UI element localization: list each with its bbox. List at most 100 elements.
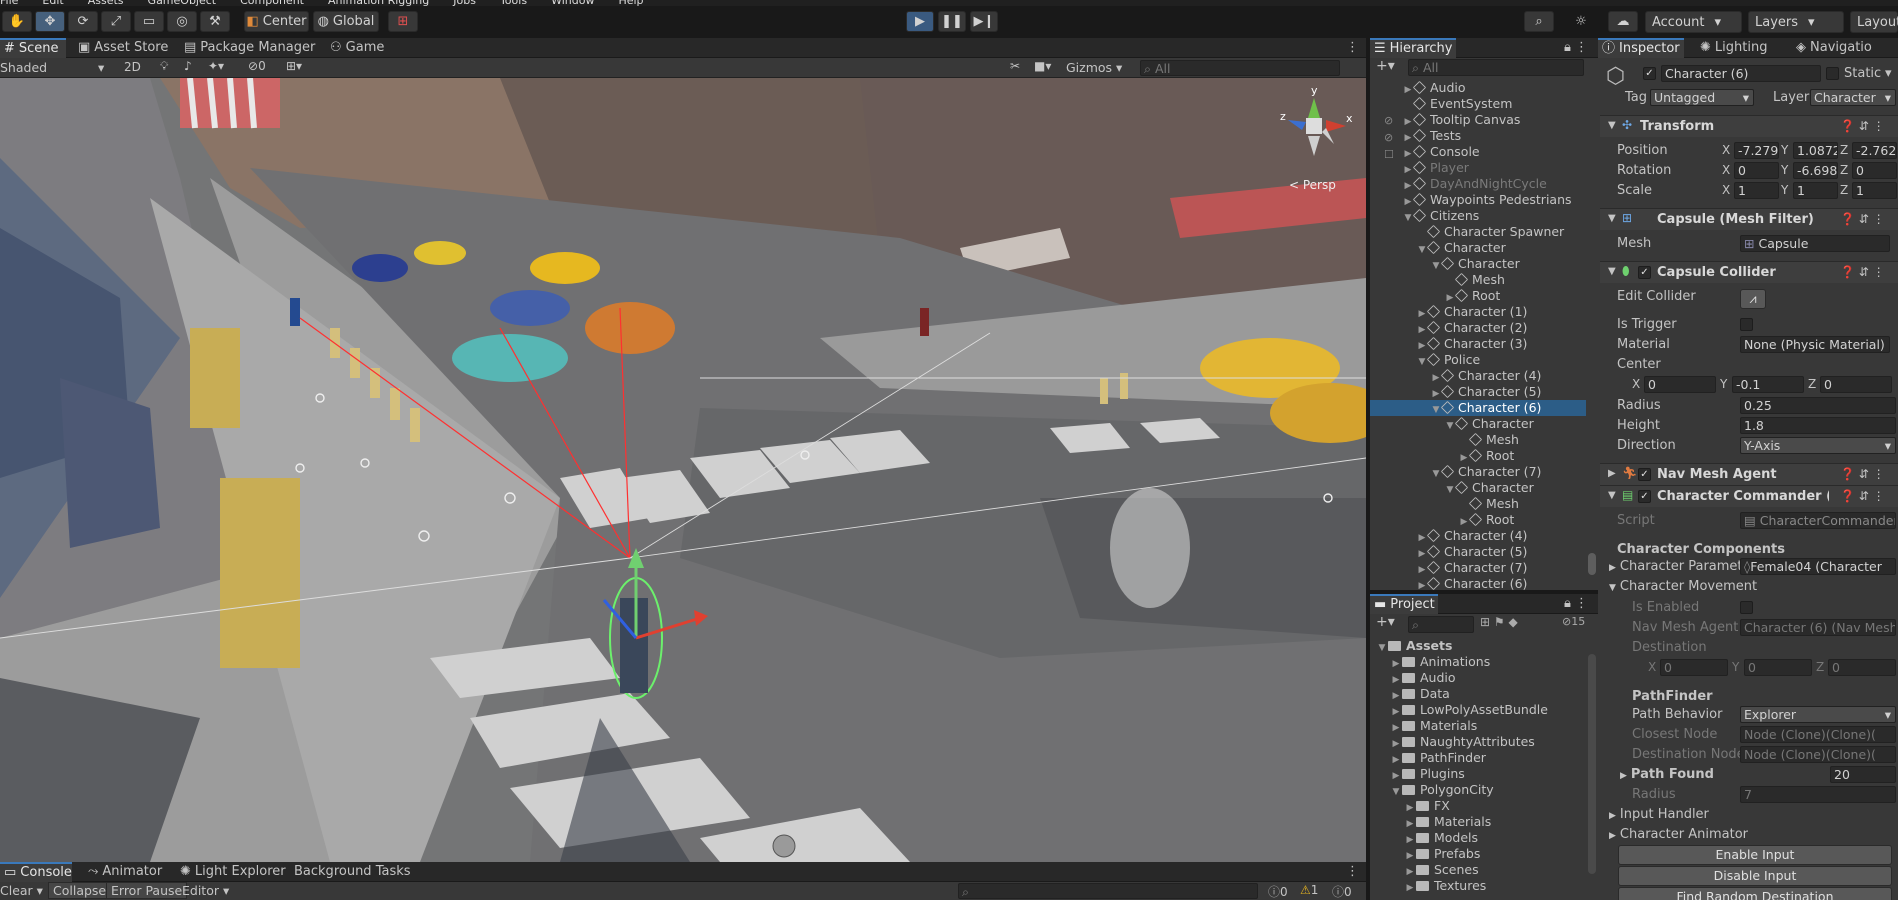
hierarchy-item[interactable]: ▼ Citizens [1370,208,1586,224]
project-folder-item[interactable]: ▶ FX [1370,798,1586,814]
hierarchy-item[interactable]: ▶ Character (4) [1370,528,1586,544]
hierarchy-item[interactable]: ▶ Waypoints Pedestrians [1370,192,1586,208]
transform-header[interactable]: ▼ ✣ Transform ❓ ⇵ ⋮ [1600,115,1898,137]
project-folder-item[interactable]: ▶ Scenes [1370,862,1586,878]
vector-field-x[interactable]: -7.279 [1734,142,1779,159]
axis-label-x[interactable]: X [1632,377,1640,391]
vector-field-x[interactable]: 0 [1734,162,1779,179]
axis-label-y[interactable]: Y [1720,377,1727,391]
component-menu-icons[interactable]: ❓ ⇵ ⋮ [1840,489,1885,503]
hierarchy-item[interactable]: Mesh [1370,272,1586,288]
layer-dropdown[interactable]: Character ▾ [1810,89,1896,106]
hierarchy-item[interactable]: ▼ Police [1370,352,1586,368]
vector-field-y[interactable]: -0.1 [1732,376,1804,393]
tab-game[interactable]: ⚇ Game [326,38,390,58]
hierarchy-item[interactable]: ▼ Character (6) [1370,400,1586,416]
character-movement-foldout[interactable]: ▼ Character Movement [1609,579,1757,594]
pivot-center-button[interactable]: ◧ Center [244,11,309,32]
vector-field-y[interactable]: 1.0872 [1793,142,1838,159]
camera-icon[interactable]: ■▾ [1034,59,1051,73]
capsule-collider-header[interactable]: ▼ ⬮ ✓ Capsule Collider ❓ ⇵ ⋮ [1600,261,1898,283]
project-folder-item[interactable]: ▶ Animations [1370,654,1586,670]
kebab-menu-icon[interactable]: ⋮ [1342,862,1365,882]
error-count-toggle[interactable]: ⓘ0 [1332,883,1352,900]
project-scrollbar[interactable] [1588,654,1596,874]
warning-count-toggle[interactable]: ⚠1 [1300,883,1318,897]
axis-label-x[interactable]: X [1722,163,1730,177]
lock-icon[interactable]: 🔒︎ ⋮ [1560,38,1594,58]
character-commander-header[interactable]: ▼ ▤ ✓ Character Commander (Script) ❓ ⇵ ⋮ [1600,485,1898,507]
project-folder-item[interactable]: ▶ Materials [1370,718,1586,734]
orientation-gizmo[interactable]: y x z < Persp [1278,84,1358,192]
tab-hierarchy[interactable]: ☰ Hierarchy [1370,38,1456,58]
project-folder-item[interactable]: ▶ PathFinder [1370,750,1586,766]
project-folder-item[interactable]: ▶ Prefabs [1370,846,1586,862]
path-found-foldout[interactable]: ▶ Path Found [1620,767,1714,782]
mesh-field[interactable]: ⊞ Capsule [1740,235,1890,252]
hierarchy-item[interactable]: ▶ Audio [1370,80,1586,96]
character-parameters-field[interactable]: ◊Female04 (Character [1740,558,1896,575]
editor-dropdown[interactable]: Editor ▾ [182,883,229,898]
axis-label-z[interactable]: Z [1840,143,1848,157]
vector-field-z[interactable]: 1 [1852,182,1897,199]
hierarchy-item[interactable]: Mesh [1370,496,1586,512]
hidden-packages-icon[interactable]: ⊘15 [1562,615,1585,628]
hierarchy-item[interactable]: ▼ Character [1370,240,1586,256]
hierarchy-item[interactable]: ▶ Player [1370,160,1586,176]
2d-toggle[interactable]: 2D [124,60,141,74]
hierarchy-item[interactable]: ▼ Character [1370,416,1586,432]
hierarchy-item[interactable]: ▶ Root [1370,448,1586,464]
enable-input-button[interactable]: Enable Input [1618,845,1892,865]
project-folder-item[interactable]: ▶ Plugins [1370,766,1586,782]
commander-enabled-checkbox[interactable]: ✓ [1638,490,1651,503]
direction-dropdown[interactable]: Y-Axis ▾ [1740,437,1896,454]
axis-label-y[interactable]: Y [1781,163,1788,177]
project-folder-item[interactable]: ▶ Models [1370,830,1586,846]
vector-field-y[interactable]: 1 [1793,182,1838,199]
vector-field-x[interactable]: 0 [1644,376,1716,393]
axis-label-z[interactable]: Z [1808,377,1816,391]
axis-label-y[interactable]: Y [1781,183,1788,197]
hierarchy-item[interactable]: ▶ DayAndNightCycle [1370,176,1586,192]
hierarchy-item[interactable]: Character Spawner [1370,224,1586,240]
tab-lighting[interactable]: ✺ Lighting [1696,38,1773,58]
transform-tool-icon[interactable]: ◎ [167,11,197,32]
project-filter-icons[interactable]: ⊞ ⚑ ◆ [1480,615,1518,629]
axis-label-z[interactable]: Z [1840,183,1848,197]
static-checkbox[interactable] [1826,67,1839,80]
vector-field-x[interactable]: 1 [1734,182,1779,199]
tab-asset-store[interactable]: ▣ Asset Store [74,38,174,58]
tab-scene[interactable]: # Scene [0,38,66,58]
scale-tool-icon[interactable]: ⤢ [101,11,131,32]
grid-toggle-icon[interactable]: ⊞▾ [286,59,302,73]
hierarchy-item[interactable]: ▶ Character (5) [1370,384,1586,400]
project-folder-item[interactable]: ▼ PolygonCity [1370,782,1586,798]
tab-inspector[interactable]: ⓘ Inspector [1598,38,1684,58]
search-icon[interactable]: ⌕ [1524,11,1554,32]
project-search-input[interactable]: ⌕ [1408,616,1474,633]
disable-input-button[interactable]: Disable Input [1618,866,1892,886]
path-behavior-dropdown[interactable]: Explorer ▾ [1740,706,1896,723]
axis-label-x[interactable]: X [1648,660,1656,674]
project-folder-item[interactable]: ▶ Materials [1370,814,1586,830]
account-dropdown[interactable]: Account ▾ [1645,11,1742,33]
active-checkbox[interactable]: ✓ [1643,67,1656,80]
tab-background-tasks[interactable]: Background Tasks [290,862,417,882]
tab-package-manager[interactable]: ▤ Package Manager [180,38,321,58]
is-trigger-checkbox[interactable] [1740,318,1753,331]
hierarchy-item[interactable]: ▶ Character (5) [1370,544,1586,560]
hierarchy-item[interactable]: ▶ Tooltip Canvas [1370,112,1586,128]
global-space-button[interactable]: ◍ Global [313,11,379,32]
rect-tool-icon[interactable]: ▭ [134,11,164,32]
hierarchy-item[interactable]: ▼ Character [1370,256,1586,272]
hierarchy-item[interactable]: ▶ Character (1) [1370,304,1586,320]
vector-field-y[interactable]: -6.698 [1793,162,1838,179]
visibility-icon[interactable]: ⊘0 [248,59,266,73]
pause-button[interactable]: ❚❚ [938,11,966,32]
shading-dropdown[interactable]: Shaded ▾ [0,60,110,76]
console-search-input[interactable]: ⌕ [958,883,1258,899]
hierarchy-item[interactable]: ▶ Character (3) [1370,336,1586,352]
rotate-tool-icon[interactable]: ⟳ [68,11,98,32]
step-button[interactable]: ▶❙ [970,11,998,32]
axis-label-x[interactable]: X [1722,143,1730,157]
